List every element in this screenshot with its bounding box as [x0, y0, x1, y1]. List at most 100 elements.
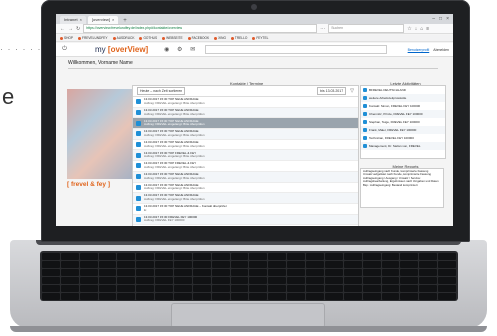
list-item[interactable]: Chemnitz, Prinze, FREVEL FEY 100000 [361, 110, 445, 118]
row-subtitle: Auftrag: FREVEL eingelangt: Bitte überpr… [144, 143, 205, 148]
checkbox-icon[interactable] [136, 152, 141, 158]
filter-icon[interactable]: ▽ [350, 88, 354, 94]
table-row[interactable]: 13.03.2017 15:30 TOP NEUE ANFRAGE Auftrag… [133, 171, 358, 183]
keyboard-key [438, 261, 456, 268]
keyboard-key [306, 261, 324, 268]
keyboard-key [249, 261, 268, 268]
keyboard-key [192, 285, 211, 292]
settings-icon[interactable]: ⚙ [175, 46, 184, 53]
home-icon[interactable]: ◉ [162, 46, 171, 53]
table-row[interactable]: 13.03.2017 15:30 TOP FREVEL & FEY Auftrag… [133, 161, 358, 172]
checkbox-icon[interactable] [136, 110, 141, 116]
activity-label: Kontakt: Simon, FREVEL FEY 100000 [369, 104, 421, 108]
keyboard-key [117, 269, 136, 276]
menu-icon[interactable]: ≡ [426, 26, 429, 32]
bookmark-item[interactable]: GOTHUS [139, 36, 157, 40]
keyboard-key [343, 253, 362, 260]
bookmark-item[interactable]: SHOP [60, 36, 73, 40]
home-icon[interactable]: ⌂ [420, 26, 423, 32]
keyboard-key [438, 293, 456, 300]
bookmark-item[interactable]: FEYTEL [252, 36, 268, 40]
table-row[interactable]: 13.03.2017 15:30 TOP NEUE ANFRAGE Auftrag… [133, 97, 358, 108]
checkbox-icon[interactable] [136, 184, 141, 190]
table-row[interactable]: 13.03.2017 15:30 TOP NEUE ANFRAGE Auftrag… [133, 129, 358, 140]
row-subtitle: Auftrag: FREVEL eingelangt: Bitte überpr… [144, 197, 205, 202]
reload-icon[interactable]: ↻ [76, 26, 80, 32]
keyboard-key [174, 269, 192, 276]
checkbox-icon[interactable] [136, 131, 141, 137]
bookmarks-bar: SHOP FREVELUNDFEY AUSDRUCK GOTHUS WEBSEI… [56, 35, 453, 42]
keyboard-key [117, 285, 136, 292]
report-link[interactable]: Bsp.: Auftragseingang: Bestand komprimie… [363, 183, 441, 187]
browser-tab-intranet[interactable]: Intranet × [60, 16, 86, 24]
keyboard-key [211, 285, 230, 292]
bookmark-item[interactable]: AUSDRUCK [112, 36, 134, 40]
table-row[interactable]: 13.03.2017 15:30 TOP NEUE ANFRAGE Auftrag… [133, 140, 358, 151]
app-search-input[interactable] [205, 45, 388, 54]
keyboard-key [192, 253, 211, 260]
bookmark-item[interactable]: FACEBOOK [187, 36, 209, 40]
list-item[interactable]: BFREVEL DEUTSCHLAND [361, 86, 445, 94]
keyboard-key [381, 253, 400, 260]
keyboard-key [192, 277, 211, 284]
list-item[interactable]: Frank, Maler, FREVEL FEY 100000 [361, 126, 445, 134]
forward-icon[interactable]: → [68, 26, 73, 32]
minimize-icon[interactable]: – [432, 16, 435, 22]
list-item[interactable]: Management, Dr. Stefan von, FREVEL [361, 142, 445, 150]
bookmark-item[interactable]: XING [214, 36, 226, 40]
table-row[interactable]: 13.03.2017 15:30 FREVEL FEY 100000Auftra… [133, 214, 358, 226]
checkbox-icon[interactable] [136, 174, 141, 180]
url-input[interactable]: https://overview.frevelundfey.de/index.p… [83, 24, 318, 33]
table-row[interactable]: 13.03.2017 15:30 TOP NEUE ANFRAGE Auftrag… [133, 193, 358, 204]
browser-search-input[interactable]: Suchen [328, 24, 405, 33]
close-window-icon[interactable]: × [446, 16, 449, 22]
keyboard-key [42, 285, 60, 292]
table-row[interactable]: 13.03.2017 15:30 TOP NEUE ANFRAGE – Kont… [133, 204, 358, 215]
sort-select[interactable]: Heute – nach Zeit sortieren [137, 87, 186, 95]
checkbox-icon[interactable] [136, 99, 141, 105]
star-icon[interactable]: ☆ [407, 26, 411, 32]
table-row[interactable]: 13.03.2017 15:30 FREVEL FEY 100000Auftra… [133, 225, 358, 226]
keyboard-key [211, 253, 230, 260]
keyboard-key [230, 261, 249, 268]
table-row[interactable]: 13.03.2017 15:30 TOP NEUE ANFRAGE Auftrag… [133, 183, 358, 194]
keyboard-key [79, 253, 98, 260]
keyboard-key [155, 293, 174, 300]
list-item[interactable]: Stephan, Teige, FREVEL FEY 100000 [361, 118, 445, 126]
activity-label: Frank, Maler, FREVEL FEY 100000 [369, 128, 417, 132]
close-icon[interactable]: × [80, 16, 82, 24]
bookmark-item[interactable]: WEBSEITE [162, 36, 183, 40]
keyboard-key [268, 293, 287, 300]
reader-icon[interactable]: ⋯ [320, 26, 325, 32]
keyboard-key [419, 261, 438, 268]
back-icon[interactable]: ← [60, 26, 65, 32]
table-row[interactable]: 13.03.2017 15:30 TOP FREVEL & FEY Auftrag… [133, 150, 358, 162]
keyboard-key [155, 285, 174, 292]
bookmark-item[interactable]: FREVELUNDFEY [78, 36, 108, 40]
user-profile-link[interactable]: Benutzerprofil [408, 48, 430, 52]
browser-tab-overview[interactable]: [overview] × [87, 16, 119, 24]
maximize-icon[interactable]: □ [439, 16, 442, 22]
power-icon[interactable]: ⏻ [60, 46, 69, 53]
app-logo[interactable]: my [overView] [95, 45, 148, 54]
list-item[interactable]: Kontakt: Simon, FREVEL FEY 100000 [361, 102, 445, 110]
logout-link[interactable]: Abmelden [433, 48, 449, 52]
table-row[interactable]: 13.03.2017 15:30 TOP NEUE ANFRAGE Auftrag… [133, 107, 358, 119]
checkbox-icon[interactable] [136, 216, 141, 222]
close-icon[interactable]: × [112, 16, 114, 24]
checkbox-icon[interactable] [136, 142, 141, 148]
checkbox-icon[interactable] [136, 195, 141, 201]
contact-icon [363, 112, 367, 116]
download-icon[interactable]: ↓ [415, 26, 418, 32]
date-filter[interactable]: bis 13.03.2017 [317, 87, 347, 95]
checkbox-icon[interactable] [136, 120, 141, 126]
checkbox-icon[interactable] [136, 163, 141, 169]
keyboard-key [155, 261, 174, 268]
keyboard-key [211, 293, 230, 300]
bookmark-item[interactable]: TRELLO [230, 36, 247, 40]
list-item[interactable]: weitere Arbeitszeitprotokolle [361, 94, 445, 102]
table-row[interactable]: 13.03.2017 15:30 TOP NEUE ANFRAGE Auftrag… [133, 118, 358, 130]
list-item[interactable]: Technician, FREVEL FEY 100000 [361, 134, 445, 142]
chat-icon[interactable]: ✉ [188, 46, 197, 53]
checkbox-icon[interactable] [136, 206, 141, 212]
